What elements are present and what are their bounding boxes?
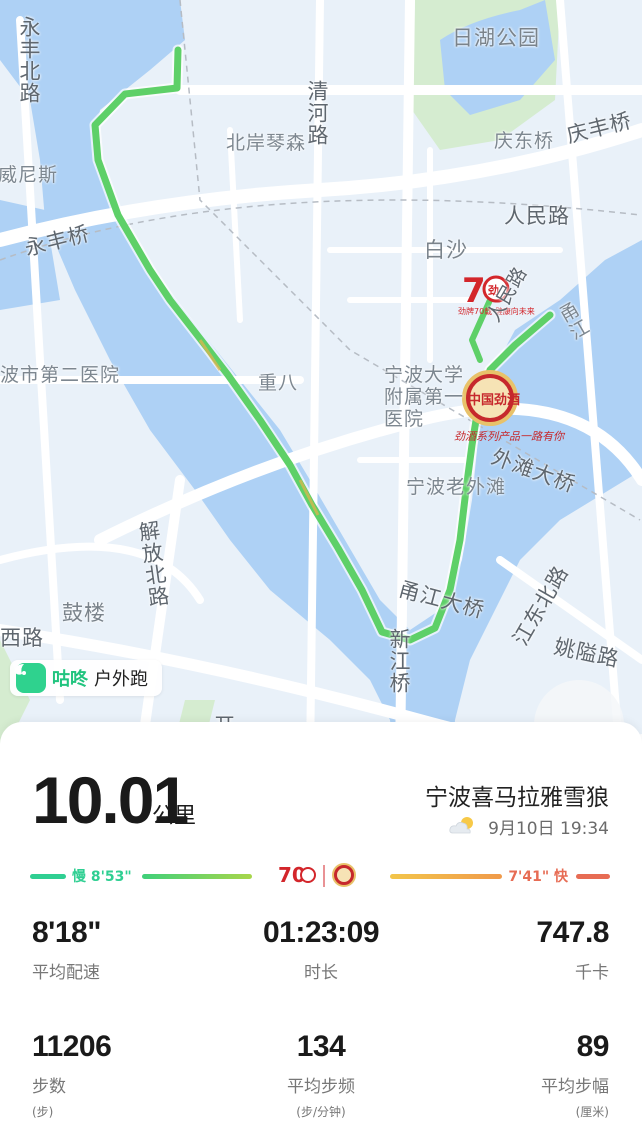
route-map[interactable]: 70 劲 劲牌70载 健康向未来 中国劲酒 劲酒系列产品一路有你 日湖公园 永丰… [0, 0, 642, 760]
stat-duration: 01:23:09 时长 [221, 916, 421, 983]
stat-label: 平均步频 [287, 1077, 355, 1097]
stat-label: 步数 [32, 1077, 66, 1097]
map-label-hospital2: 波市第二医院 [0, 364, 121, 386]
stat-label: 平均步幅 [541, 1077, 609, 1097]
stat-value: 747.8 [536, 916, 609, 949]
stat-label: 时长 [304, 963, 338, 983]
map-label-qinghe: 清河路 [305, 80, 330, 146]
map-label-yongfeng-north: 永丰北路 [17, 16, 42, 104]
run-date: 9月10日 19:34 [488, 819, 609, 839]
map-label-qingdong: 庆东桥 [494, 130, 555, 152]
stat-value: 11206 [32, 1030, 112, 1063]
stat-label: 千卡 [575, 963, 609, 983]
stat-cadence: 134 平均步频 (步/分钟) [221, 1030, 421, 1120]
map-label-beian-qinsen: 北岸琴森 [226, 132, 307, 154]
app-name: 咕咚 [52, 669, 88, 690]
distance-unit: 公里 [152, 804, 197, 829]
map-label-rihu-park: 日湖公园 [452, 26, 540, 50]
map-label-old-waitan: 宁波老外滩 [406, 476, 507, 498]
gudong-logo-icon [14, 663, 46, 693]
stat-unit: (步/分钟) [296, 1105, 346, 1119]
stat-calories: 747.8 千卡 [409, 916, 609, 983]
stat-stride: 89 平均步幅 (厘米) [409, 1030, 610, 1120]
map-label-gulou: 鼓楼 [62, 601, 106, 625]
stat-steps: 11206 步数 (步) [32, 1030, 232, 1120]
sponsor-jiu-caption: 劲酒系列产品一路有你 [454, 430, 566, 443]
map-label-renmin-road: 人民路 [504, 204, 570, 228]
map-label-zhongba: 重八 [258, 372, 299, 394]
stat-value: 89 [576, 1030, 610, 1063]
stat-value: 8'18" [32, 916, 101, 949]
sponsor-logos: 70 [278, 863, 356, 887]
pace-legend: 慢 8'53" 70 7'41" 快 [30, 862, 610, 890]
pace-fast-label: 7'41" 快 [508, 869, 568, 885]
stat-unit: (步) [32, 1105, 54, 1119]
map-label-venice: 威尼斯 [0, 164, 59, 186]
stat-avg-pace: 8'18" 平均配速 [32, 916, 232, 983]
map-label-xinjiang-bridge: 新江桥 [387, 628, 412, 694]
partly-cloudy-icon [448, 815, 478, 839]
app-badge[interactable]: 咕咚 户外跑 [10, 660, 162, 696]
map-label-univ-hospital: 宁波大学附属第一医院 [384, 364, 465, 430]
stat-label: 平均配速 [32, 963, 100, 983]
map-label-xi-road: 西路 [0, 626, 44, 650]
stat-value: 134 [296, 1030, 346, 1063]
sport-type: 户外跑 [94, 669, 148, 690]
map-label-baisha: 白沙 [424, 238, 468, 262]
user-name[interactable]: 宁波喜马拉雅雪狼 [425, 778, 609, 812]
date-row: 9月10日 19:34 [448, 814, 609, 839]
stat-unit: (厘米) [575, 1105, 609, 1119]
pace-slow-label: 慢 8'53" [72, 869, 132, 885]
stat-value: 01:23:09 [262, 916, 380, 949]
summary-card: 10.01 公里 宁波喜马拉雅雪狼 9月10日 19:34 慢 8'53" 70… [0, 722, 642, 1137]
